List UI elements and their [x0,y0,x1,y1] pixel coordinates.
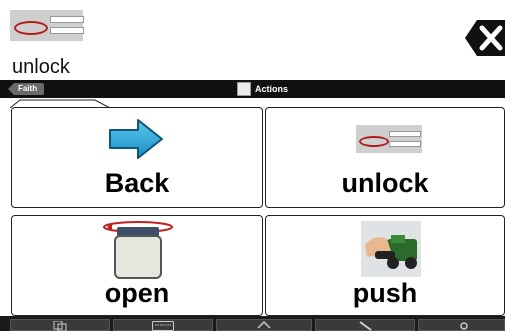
symbol-button-label: Back [104,168,170,198]
clear-icon [359,321,372,331]
keyboard-icon [152,321,174,331]
symbol-button-open[interactable]: open [11,215,263,316]
symbol-button-unlock[interactable]: unlock [265,107,505,208]
hand-pushing-toy-icon [361,221,421,277]
page-title: Actions [237,82,288,96]
symbol-button-label: open [104,278,170,308]
password-oval-icon [14,21,48,35]
field-line-icon [50,16,84,23]
clear-button[interactable] [315,319,415,331]
home-button[interactable] [216,319,312,331]
message-password-symbol [10,10,84,41]
clear-message-button[interactable] [465,18,505,58]
field-line-icon [389,131,421,137]
back-arrow-icon [109,119,163,159]
settings-button[interactable] [418,319,505,331]
back-button[interactable]: Faith [8,83,45,95]
home-icon [257,320,271,329]
symbol-button-back[interactable]: Back [11,107,263,208]
clear-x-icon [465,20,505,56]
symbol-button-label: unlock [341,168,429,198]
password-oval-icon [359,136,389,147]
symbol-button-push[interactable]: push [265,215,505,316]
password-field-icon [356,125,422,153]
field-line-icon [50,27,84,34]
symbol-button-label: push [352,278,418,308]
keyboard-button[interactable] [113,319,213,331]
page-picture-icon [237,82,251,96]
message-text: unlock [12,56,70,78]
page-title-text: Actions [255,84,289,94]
field-line-icon [389,141,421,147]
jar-icon [103,221,173,279]
settings-icon [460,322,468,330]
copy-button[interactable] [10,319,110,331]
copy-icon [53,321,67,331]
